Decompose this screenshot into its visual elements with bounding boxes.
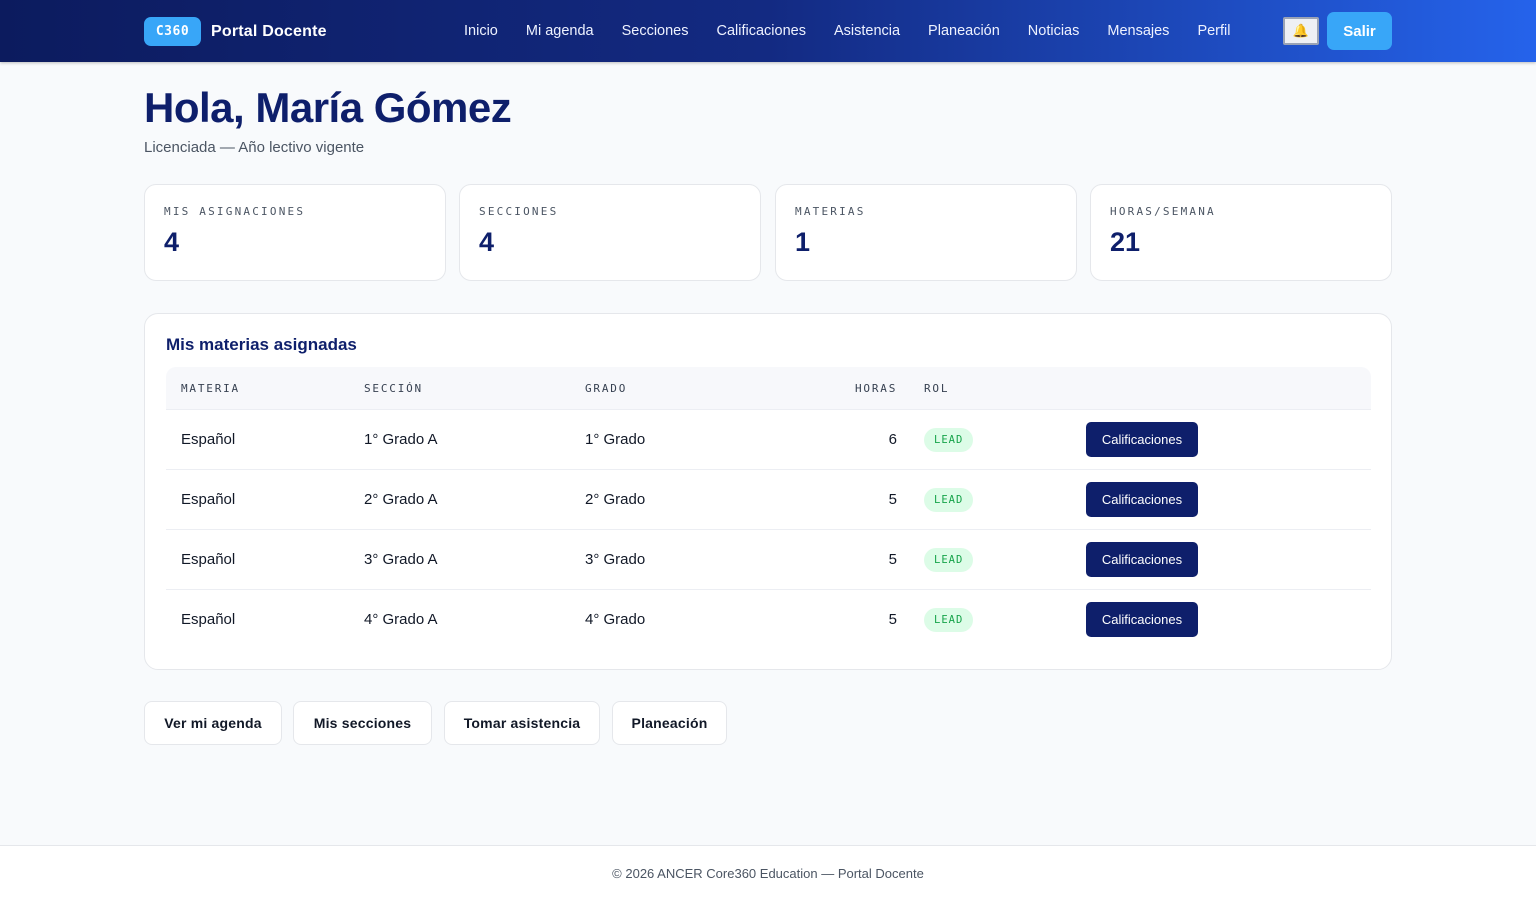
nav-item-mi-agenda[interactable]: Mi agenda bbox=[512, 23, 608, 39]
grades-button[interactable]: Calificaciones bbox=[1086, 422, 1198, 457]
cell-seccion: 3° Grado A bbox=[364, 551, 438, 568]
table-row: Español 3° Grado A 3° Grado 5 LEAD Calif… bbox=[166, 530, 1371, 590]
brand[interactable]: C360 Portal Docente bbox=[144, 17, 327, 46]
column-header-materia: MATERIA bbox=[181, 382, 240, 395]
cell-horas: 5 bbox=[888, 551, 897, 568]
page-subtitle: Licenciada — Año lectivo vigente bbox=[144, 139, 365, 156]
grades-button[interactable]: Calificaciones bbox=[1086, 602, 1198, 637]
grades-button[interactable]: Calificaciones bbox=[1086, 542, 1198, 577]
footer: © 2026 ANCER Core360 Education — Portal … bbox=[0, 845, 1536, 900]
table-header: MATERIA SECCIÓN GRADO HORAS ROL bbox=[166, 367, 1371, 410]
table-row: Español 2° Grado A 2° Grado 5 LEAD Calif… bbox=[166, 470, 1371, 530]
take-attendance-button[interactable]: Tomar asistencia bbox=[444, 701, 600, 745]
panel-title: Mis materias asignadas bbox=[166, 335, 357, 354]
column-header-seccion: SECCIÓN bbox=[364, 382, 423, 395]
cell-grado: 3° Grado bbox=[585, 551, 646, 568]
column-header-rol: ROL bbox=[924, 382, 950, 395]
cell-grado: 2° Grado bbox=[585, 491, 646, 508]
role-badge: LEAD bbox=[924, 488, 974, 512]
role-badge: LEAD bbox=[924, 548, 974, 572]
stat-card-secciones: SECCIONES 4 bbox=[459, 184, 761, 281]
stat-card-horas: HORAS/SEMANA 21 bbox=[1090, 184, 1392, 281]
bell-icon: 🔔 bbox=[1292, 23, 1310, 38]
stat-card-asignaciones: MIS ASIGNACIONES 4 bbox=[144, 184, 446, 281]
assignments-panel: Mis materias asignadas MATERIA SECCIÓN G… bbox=[144, 313, 1392, 670]
table-row: Español 4° Grado A 4° Grado 5 LEAD Calif… bbox=[166, 590, 1371, 650]
stat-value: 1 bbox=[795, 227, 811, 257]
stat-label: SECCIONES bbox=[479, 205, 559, 218]
cell-seccion: 4° Grado A bbox=[364, 611, 438, 628]
stat-value: 4 bbox=[479, 227, 495, 257]
stat-value: 21 bbox=[1110, 227, 1141, 257]
nav-item-inicio[interactable]: Inicio bbox=[450, 23, 512, 39]
view-agenda-button[interactable]: Ver mi agenda bbox=[144, 701, 282, 745]
nav-item-asistencia[interactable]: Asistencia bbox=[820, 23, 914, 39]
grades-button[interactable]: Calificaciones bbox=[1086, 482, 1198, 517]
cell-horas: 5 bbox=[888, 611, 897, 628]
cell-materia: Español bbox=[181, 611, 236, 628]
nav-item-mensajes[interactable]: Mensajes bbox=[1093, 23, 1183, 39]
cell-seccion: 1° Grado A bbox=[364, 431, 438, 448]
assignments-table: MATERIA SECCIÓN GRADO HORAS ROL Español … bbox=[166, 367, 1371, 650]
cell-grado: 4° Grado bbox=[585, 611, 646, 628]
footer-text: © 2026 ANCER Core360 Education — Portal … bbox=[612, 865, 924, 881]
nav-item-calificaciones[interactable]: Calificaciones bbox=[702, 23, 819, 39]
my-sections-button[interactable]: Mis secciones bbox=[293, 701, 432, 745]
nav-item-noticias[interactable]: Noticias bbox=[1014, 23, 1094, 39]
stat-value: 4 bbox=[164, 227, 180, 257]
top-navbar: C360 Portal Docente Inicio Mi agenda Sec… bbox=[0, 0, 1536, 62]
cell-materia: Español bbox=[181, 551, 236, 568]
notifications-button[interactable]: 🔔 bbox=[1283, 17, 1319, 45]
stat-label: MIS ASIGNACIONES bbox=[164, 205, 306, 218]
cell-materia: Español bbox=[181, 491, 236, 508]
cell-seccion: 2° Grado A bbox=[364, 491, 438, 508]
role-badge: LEAD bbox=[924, 428, 974, 452]
planning-button[interactable]: Planeación bbox=[612, 701, 727, 745]
cell-horas: 5 bbox=[888, 491, 897, 508]
page-title: Hola, María Gómez bbox=[144, 84, 512, 131]
logout-button[interactable]: Salir bbox=[1327, 12, 1392, 50]
nav-item-secciones[interactable]: Secciones bbox=[608, 23, 703, 39]
nav-item-planeacion[interactable]: Planeación bbox=[914, 23, 1014, 39]
brand-logo: C360 bbox=[144, 17, 201, 46]
role-badge: LEAD bbox=[924, 608, 974, 632]
nav-item-perfil[interactable]: Perfil bbox=[1183, 23, 1244, 39]
cell-grado: 1° Grado bbox=[585, 431, 646, 448]
cell-horas: 6 bbox=[888, 431, 897, 448]
stat-card-materias: MATERIAS 1 bbox=[775, 184, 1077, 281]
stat-label: MATERIAS bbox=[795, 205, 866, 218]
column-header-horas: HORAS bbox=[855, 382, 898, 395]
brand-title: Portal Docente bbox=[211, 22, 327, 40]
table-row: Español 1° Grado A 1° Grado 6 LEAD Calif… bbox=[166, 410, 1371, 470]
main-nav: Inicio Mi agenda Secciones Calificacione… bbox=[450, 0, 1244, 62]
stat-label: HORAS/SEMANA bbox=[1110, 205, 1216, 218]
column-header-grado: GRADO bbox=[585, 382, 628, 395]
cell-materia: Español bbox=[181, 431, 236, 448]
